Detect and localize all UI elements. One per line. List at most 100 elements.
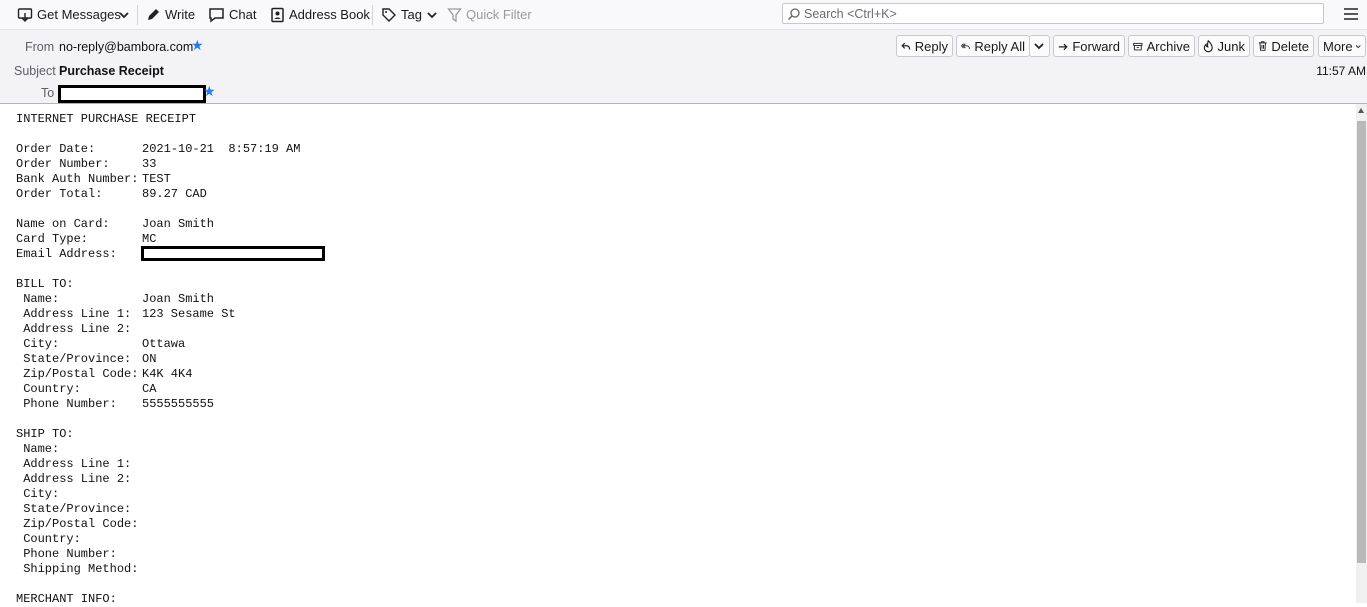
- bill-zip-row: Zip/Postal Code: K4K 4K4: [16, 367, 192, 382]
- chevron-down-icon: [119, 11, 129, 18]
- scrollbar-thumb[interactable]: [1357, 121, 1366, 563]
- order-date-value: 2021-10-21 8:57:19 AM: [142, 142, 301, 156]
- scroll-up-arrow-icon[interactable]: [1358, 108, 1364, 113]
- bill-zip-value: K4K 4K4: [142, 367, 193, 381]
- trash-icon: [1258, 41, 1267, 51]
- from-value[interactable]: no-reply@bambora.com: [59, 40, 193, 54]
- bill-state-value: ON: [142, 352, 157, 366]
- order-number-value: 33: [142, 157, 157, 171]
- field-label: Bank Auth Number:: [16, 172, 139, 186]
- ship-state-row: State/Province:: [16, 502, 132, 516]
- reply-all-dropdown[interactable]: [1029, 35, 1050, 57]
- bill-addr2-row: Address Line 2:: [16, 322, 131, 337]
- search-input[interactable]: Search <Ctrl+K>: [782, 3, 1324, 24]
- field-label: Order Total:: [16, 187, 103, 201]
- main-toolbar: Get Messages Write Chat Address Book Tag…: [0, 0, 1367, 30]
- get-messages-label: Get Messages: [37, 7, 121, 22]
- redacted-recipient: [58, 85, 206, 103]
- field-label: Name on Card:: [16, 217, 110, 231]
- field-label: Country:: [16, 382, 81, 396]
- junk-label: Junk: [1217, 38, 1245, 54]
- get-messages-button[interactable]: Get Messages: [17, 4, 121, 25]
- bill-city-row: City: Ottawa: [16, 337, 185, 352]
- subject-label: Subject: [14, 64, 56, 78]
- reply-label: Reply: [914, 38, 948, 54]
- forward-label: Forward: [1072, 38, 1120, 54]
- subject-value: Purchase Receipt: [59, 64, 164, 78]
- archive-button[interactable]: Archive: [1128, 35, 1195, 57]
- field-label: City:: [16, 337, 60, 351]
- order-date-row: Order Date: 2021-10-21 8:57:19 AM: [16, 142, 300, 157]
- receipt-title: INTERNET PURCHASE RECEIPT: [16, 112, 197, 126]
- ship-zip-row: Zip/Postal Code:: [16, 517, 139, 531]
- ship-to-heading: SHIP TO:: [16, 427, 74, 441]
- address-book-button[interactable]: Address Book: [270, 4, 370, 25]
- message-header: From no-reply@bambora.com ★ Subject Purc…: [0, 30, 1367, 104]
- order-total-value: 89.27 CAD: [142, 187, 207, 201]
- write-button[interactable]: Write: [145, 4, 195, 25]
- app-menu-icon[interactable]: [1343, 6, 1359, 22]
- filter-icon: [447, 7, 462, 22]
- field-label: Address Line 2:: [16, 322, 132, 336]
- bill-country-value: CA: [142, 382, 157, 396]
- get-messages-dropdown[interactable]: [118, 4, 134, 25]
- toolbar-divider: [137, 5, 138, 25]
- reply-button[interactable]: Reply: [896, 35, 953, 57]
- message-time: 11:57 AM: [1316, 64, 1366, 78]
- order-total-row: Order Total: 89.27 CAD: [16, 187, 207, 202]
- quick-filter-button[interactable]: Quick Filter: [447, 4, 532, 25]
- chat-label: Chat: [229, 7, 257, 22]
- field-label: Zip/Postal Code:: [16, 367, 139, 381]
- search-placeholder: Search <Ctrl+K>: [804, 6, 897, 21]
- merchant-info-heading: MERCHANT INFO:: [16, 592, 117, 606]
- chevron-down-icon: [427, 11, 437, 18]
- archive-icon: [1133, 42, 1143, 50]
- field-label: Order Date:: [16, 142, 96, 156]
- bill-city-value: Ottawa: [142, 337, 186, 351]
- pencil-icon: [148, 8, 159, 20]
- ship-country-row: Country:: [16, 532, 81, 546]
- vertical-scrollbar[interactable]: [1356, 104, 1367, 603]
- email-row: Email Address:: [16, 247, 117, 262]
- junk-button[interactable]: Junk: [1198, 35, 1250, 57]
- more-label: More: [1323, 38, 1353, 54]
- card-type-value: MC: [142, 232, 157, 246]
- flame-icon: [1203, 39, 1213, 53]
- bank-auth-value: TEST: [142, 172, 171, 186]
- chat-button[interactable]: Chat: [208, 4, 256, 25]
- reply-all-button[interactable]: Reply All: [956, 35, 1030, 57]
- bill-state-row: State/Province: ON: [16, 352, 156, 367]
- redacted-email: [141, 246, 325, 261]
- star-icon[interactable]: ★: [203, 83, 216, 100]
- address-book-label: Address Book: [289, 7, 370, 22]
- delete-button[interactable]: Delete: [1253, 35, 1314, 57]
- card-type-row: Card Type: MC: [16, 232, 156, 247]
- chat-icon: [209, 7, 224, 22]
- field-label: Email Address:: [16, 247, 117, 261]
- toolbar-divider: [372, 5, 373, 25]
- ship-name-row: Name:: [16, 442, 60, 456]
- ship-phone-row: Phone Number:: [16, 547, 117, 561]
- reply-icon: [901, 42, 911, 50]
- more-button[interactable]: More: [1318, 35, 1366, 57]
- tag-button[interactable]: Tag: [381, 4, 438, 25]
- star-icon[interactable]: ★: [191, 37, 204, 54]
- bill-addr1-value: 123 Sesame St: [142, 307, 236, 321]
- address-book-icon: [271, 7, 284, 22]
- name-on-card-value: Joan Smith: [142, 217, 215, 231]
- ship-method-row: Shipping Method:: [16, 562, 139, 576]
- to-label: To: [41, 86, 55, 100]
- reply-all-icon: [961, 42, 970, 49]
- chevron-down-icon: [1355, 44, 1361, 48]
- name-on-card-row: Name on Card: Joan Smith: [16, 217, 214, 232]
- field-label: Name:: [16, 292, 60, 306]
- bill-phone-value: 5555555555: [142, 397, 215, 411]
- delete-label: Delete: [1271, 38, 1309, 54]
- ship-addr2-row: Address Line 2:: [16, 472, 132, 486]
- bill-addr1-row: Address Line 1: 123 Sesame St: [16, 307, 235, 322]
- field-label: Address Line 1:: [16, 307, 132, 321]
- forward-button[interactable]: Forward: [1053, 35, 1125, 57]
- bill-name-row: Name: Joan Smith: [16, 292, 214, 307]
- tag-label: Tag: [401, 7, 422, 22]
- ship-city-row: City:: [16, 487, 60, 501]
